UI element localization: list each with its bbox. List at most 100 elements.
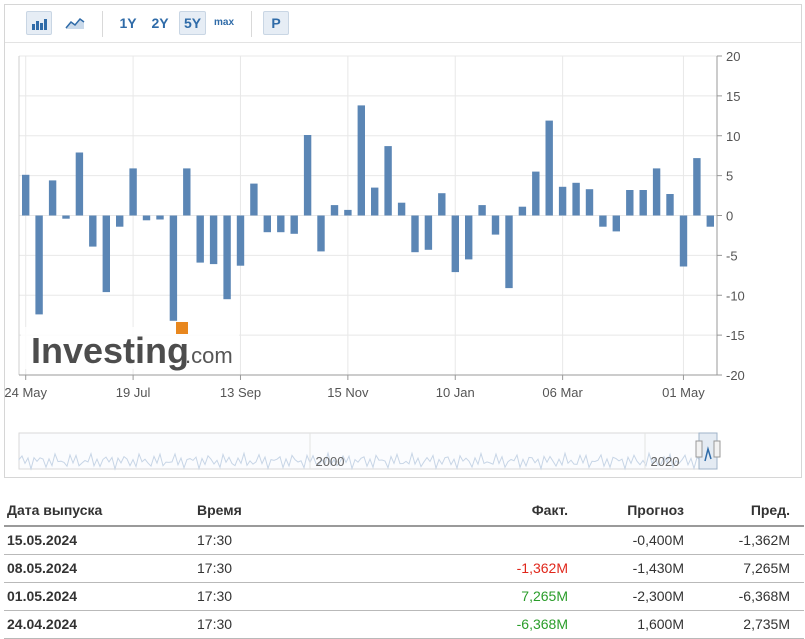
- row-actual: -6,368M: [516, 616, 568, 632]
- range-max-button[interactable]: max: [210, 11, 238, 35]
- y-tick-label: 15: [726, 89, 740, 104]
- header-forecast[interactable]: Прогноз: [627, 497, 684, 524]
- bar: [330, 205, 339, 216]
- bar: [75, 152, 84, 216]
- bar: [706, 215, 714, 227]
- bar: [424, 215, 433, 250]
- bar: [451, 215, 459, 273]
- table-row: 15.05.2024 17:30 -0,400M -1,362M: [4, 527, 804, 555]
- x-tick-label: 19 Jul: [116, 385, 151, 400]
- bar-chart-icon[interactable]: [26, 11, 52, 35]
- row-forecast: -1,430M: [632, 560, 684, 576]
- bar: [679, 215, 688, 267]
- bar: [572, 182, 580, 216]
- row-time: 17:30: [197, 532, 233, 548]
- bar: [209, 215, 218, 265]
- bar: [599, 215, 607, 227]
- y-tick-label: -20: [726, 368, 745, 383]
- bar: [250, 183, 258, 216]
- bar: [357, 105, 365, 216]
- navigator-label: 2020: [651, 454, 680, 469]
- bar: [344, 209, 352, 216]
- bar: [639, 190, 647, 216]
- bar: [35, 215, 43, 315]
- row-forecast: -0,400M: [632, 532, 684, 548]
- x-tick-label: 01 May: [662, 385, 705, 400]
- bar: [371, 187, 379, 216]
- releases-table: Дата выпуска Время Факт. Прогноз Пред. 1…: [4, 497, 804, 639]
- bar: [223, 215, 231, 300]
- x-tick-label: 24 May: [5, 385, 48, 400]
- bar: [465, 215, 473, 260]
- bar: [169, 215, 178, 321]
- x-tick-label: 06 Mar: [542, 385, 583, 400]
- row-actual: -1,362M: [516, 560, 568, 576]
- bar: [438, 193, 446, 216]
- y-tick-label: -10: [726, 288, 745, 303]
- bar: [156, 215, 164, 220]
- row-actual: 7,265M: [521, 588, 568, 604]
- row-date: 24.04.2024: [7, 616, 78, 632]
- bar: [585, 189, 594, 216]
- chart-toolbar: 1Y 2Y 5Y max P: [5, 5, 801, 43]
- range-2y-button[interactable]: 2Y: [147, 11, 173, 35]
- table-row: 08.05.2024 17:30 -1,362M -1,430M 7,265M: [4, 555, 804, 583]
- bar: [491, 215, 500, 235]
- y-tick-label: 20: [726, 49, 740, 64]
- x-tick-label: 15 Nov: [327, 385, 369, 400]
- y-tick-label: 10: [726, 129, 740, 144]
- navigator-handle-left: [695, 440, 703, 458]
- bar: [196, 215, 204, 263]
- bar: [505, 215, 513, 289]
- bar: [397, 202, 406, 216]
- toolbar-separator: [102, 11, 103, 37]
- y-tick-label: 0: [726, 209, 733, 224]
- row-previous: -1,362M: [738, 532, 790, 548]
- bar: [22, 174, 30, 216]
- bar: [652, 168, 661, 216]
- row-date: 08.05.2024: [7, 560, 78, 576]
- bar: [693, 158, 701, 216]
- bar-chart: Investing .com 20 15 10 5 0 -5 -10 -15 -20 24 Ma…: [5, 49, 745, 471]
- header-actual[interactable]: Факт.: [532, 497, 568, 524]
- bar: [518, 206, 527, 216]
- header-time[interactable]: Время: [197, 497, 242, 524]
- bar: [317, 215, 325, 252]
- table-header: Дата выпуска Время Факт. Прогноз Пред.: [4, 497, 804, 527]
- bar: [384, 146, 392, 216]
- x-tick-label: 10 Jan: [436, 385, 475, 400]
- row-time: 17:30: [197, 616, 233, 632]
- chart-panel: 1Y 2Y 5Y max P Investing .com 20 15 10 5 0 -5…: [4, 4, 802, 478]
- bar: [478, 205, 486, 216]
- watermark-suffix: .com: [185, 343, 233, 368]
- p-button[interactable]: P: [263, 11, 289, 35]
- bar: [183, 168, 191, 216]
- row-forecast: -2,300M: [632, 588, 684, 604]
- bar: [116, 215, 124, 227]
- watermark-brand: Investing: [31, 330, 189, 371]
- toolbar-separator: [251, 11, 252, 37]
- navigator-label: 2000: [316, 454, 345, 469]
- bar: [532, 171, 540, 216]
- bar: [303, 135, 312, 216]
- bar: [89, 215, 97, 247]
- y-tick-label: -15: [726, 328, 745, 343]
- area-chart-icon[interactable]: [62, 11, 88, 35]
- row-forecast: 1,600M: [637, 616, 684, 632]
- header-previous[interactable]: Пред.: [751, 497, 790, 524]
- bar: [142, 215, 151, 221]
- bar: [263, 215, 271, 233]
- table-row: 24.04.2024 17:30 -6,368M 1,600M 2,735M: [4, 611, 804, 639]
- y-tick-label: 5: [726, 169, 733, 184]
- range-1y-button[interactable]: 1Y: [115, 11, 141, 35]
- header-date[interactable]: Дата выпуска: [7, 497, 102, 524]
- bar: [558, 186, 567, 216]
- bar: [62, 215, 70, 219]
- row-date: 15.05.2024: [7, 532, 78, 548]
- bar: [290, 215, 298, 234]
- chart-navigator[interactable]: 2000 2020: [18, 432, 721, 471]
- bar: [236, 215, 245, 266]
- range-5y-button[interactable]: 5Y: [179, 11, 206, 35]
- bar: [545, 120, 553, 216]
- row-time: 17:30: [197, 560, 233, 576]
